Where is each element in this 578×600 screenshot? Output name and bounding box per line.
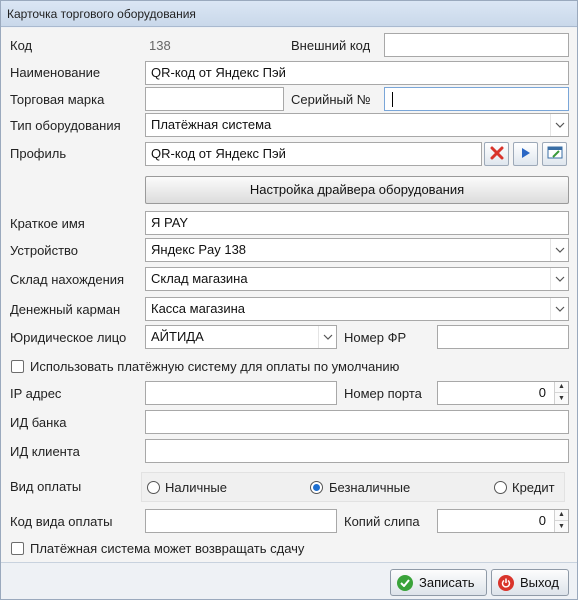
port-stepper[interactable]: ▲ ▼ (554, 382, 568, 404)
cash-drawer-select[interactable]: Касса магазина (145, 297, 569, 321)
slip-copies-label: Копий слипа (344, 514, 420, 529)
dialog-footer: Записать Выход (1, 562, 577, 599)
edit-window-icon (547, 146, 563, 163)
payment-type-label: Вид оплаты (10, 479, 82, 494)
type-select[interactable]: Платёжная система (145, 113, 569, 137)
power-icon (498, 574, 514, 591)
exit-button[interactable]: Выход (491, 569, 569, 596)
cash-drawer-label: Денежный карман (10, 302, 121, 317)
profile-edit-button[interactable] (542, 142, 567, 166)
default-payment-checkbox[interactable] (11, 360, 24, 373)
default-payment-label[interactable]: Использовать платёжную систему для оплат… (30, 359, 399, 374)
driver-settings-button[interactable]: Настройка драйвера оборудования (145, 176, 569, 204)
client-id-input[interactable] (145, 439, 569, 463)
device-value: Яндекс Pay 138 (151, 242, 247, 257)
code-label: Код (10, 38, 33, 53)
device-select[interactable]: Яндекс Pay 138 (145, 238, 569, 262)
cash-drawer-value: Касса магазина (151, 301, 245, 316)
slip-copies-input[interactable]: 0 ▲ ▼ (437, 509, 569, 533)
slip-copies-value: 0 (538, 513, 546, 528)
short-name-label: Краткое имя (10, 216, 85, 231)
slip-copies-stepper[interactable]: ▲ ▼ (554, 510, 568, 532)
type-label: Тип оборудования (10, 118, 121, 133)
name-label: Наименование (10, 65, 101, 80)
device-label: Устройство (10, 243, 79, 258)
warehouse-label: Склад нахождения (10, 272, 125, 287)
spin-down-icon[interactable]: ▼ (555, 521, 568, 532)
serial-label: Серийный № (291, 92, 371, 107)
ip-label: IP адрес (10, 386, 62, 401)
bank-id-label: ИД банка (10, 415, 67, 430)
warehouse-value: Склад магазина (151, 271, 248, 286)
serial-input[interactable] (384, 87, 569, 111)
client-id-label: ИД клиента (10, 444, 80, 459)
profile-clear-button[interactable] (484, 142, 509, 166)
text-caret (392, 92, 393, 108)
brand-input[interactable] (145, 87, 284, 111)
external-code-label: Внешний код (291, 38, 371, 53)
payment-type-group: Наличные Безналичные Кредит (141, 472, 565, 502)
name-input[interactable]: QR-код от Яндекс Пэй (145, 61, 569, 85)
port-value: 0 (538, 385, 546, 400)
chevron-down-icon[interactable] (550, 298, 568, 320)
chevron-down-icon[interactable] (318, 326, 336, 348)
legal-entity-select[interactable]: АЙТИДА (145, 325, 337, 349)
radio-cashless[interactable] (310, 481, 323, 494)
form-area: Код 138 Внешний код Наименование QR-код … (1, 28, 577, 562)
external-code-input[interactable] (384, 33, 569, 57)
radio-cash-label[interactable]: Наличные (165, 480, 227, 495)
code-value: 138 (149, 38, 171, 53)
payment-code-input[interactable] (145, 509, 337, 533)
play-arrow-icon (521, 147, 531, 162)
short-name-input[interactable]: Я PAY (145, 211, 569, 235)
legal-entity-value: АЙТИДА (151, 329, 204, 344)
profile-buttons (484, 142, 569, 166)
chevron-down-icon[interactable] (550, 239, 568, 261)
bank-id-input[interactable] (145, 410, 569, 434)
warehouse-select[interactable]: Склад магазина (145, 267, 569, 291)
save-button[interactable]: Записать (390, 569, 487, 596)
legal-entity-label: Юридическое лицо (10, 330, 127, 345)
profile-open-button[interactable] (513, 142, 538, 166)
ip-input[interactable] (145, 381, 337, 405)
port-input[interactable]: 0 ▲ ▼ (437, 381, 569, 405)
exit-button-label: Выход (520, 575, 559, 590)
port-label: Номер порта (344, 386, 422, 401)
delete-x-icon (490, 146, 504, 163)
fr-number-label: Номер ФР (344, 330, 407, 345)
chevron-down-icon[interactable] (550, 114, 568, 136)
profile-input[interactable]: QR-код от Яндекс Пэй (145, 142, 482, 166)
window-title: Карточка торгового оборудования (1, 1, 577, 27)
radio-cashless-label[interactable]: Безналичные (329, 480, 410, 495)
brand-label: Торговая марка (10, 92, 105, 107)
fr-number-input[interactable] (437, 325, 569, 349)
check-circle-icon (397, 574, 413, 591)
equipment-card-window: Карточка торгового оборудования Код 138 … (0, 0, 578, 600)
type-value: Платёжная система (151, 117, 272, 132)
payment-code-label: Код вида оплаты (10, 514, 113, 529)
radio-credit[interactable] (494, 481, 507, 494)
return-change-checkbox[interactable] (11, 542, 24, 555)
save-button-label: Записать (419, 575, 475, 590)
spin-down-icon[interactable]: ▼ (555, 393, 568, 404)
chevron-down-icon[interactable] (550, 268, 568, 290)
return-change-label[interactable]: Платёжная система может возвращать сдачу (30, 541, 304, 556)
profile-label: Профиль (10, 146, 67, 161)
radio-cash[interactable] (147, 481, 160, 494)
radio-credit-label[interactable]: Кредит (512, 480, 555, 495)
